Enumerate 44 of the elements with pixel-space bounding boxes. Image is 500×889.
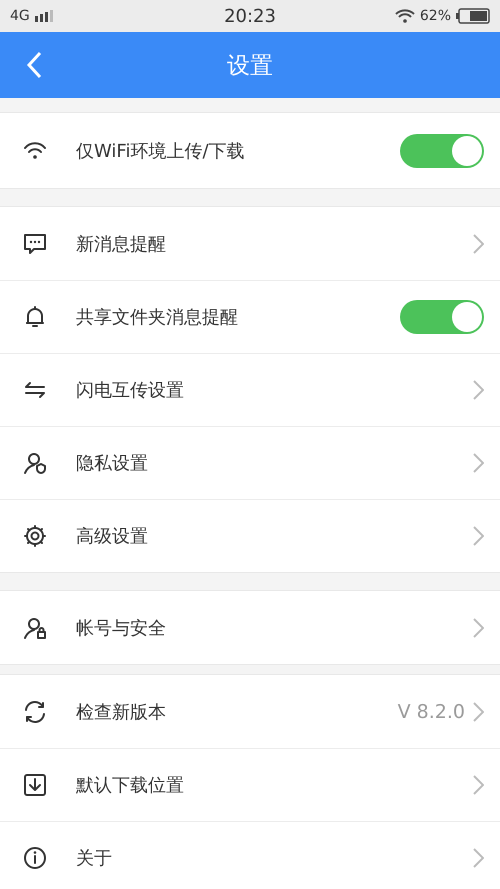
settings-row[interactable]: 帐号与安全 [0, 591, 500, 664]
toggle-switch[interactable] [400, 134, 484, 168]
setting-label: 闪电互传设置 [76, 379, 185, 402]
version-value: V 8.2.0 [398, 700, 465, 722]
setting-label: 仅WiFi环境上传/下载 [76, 140, 246, 162]
wifi-icon [394, 9, 415, 23]
settings-row[interactable]: 默认下载位置 [0, 748, 500, 821]
chevron-right-icon [473, 775, 484, 795]
chevron-right-icon [473, 453, 484, 473]
toggle-switch[interactable] [400, 300, 484, 334]
info-icon [22, 845, 48, 871]
setting-label: 默认下载位置 [76, 774, 185, 797]
setting-label: 帐号与安全 [76, 616, 167, 640]
settings-row[interactable]: 仅WiFi环境上传/下载 [0, 113, 500, 188]
network-label: 4G [10, 8, 30, 24]
settings-row[interactable]: 隐私设置 [0, 426, 500, 499]
chevron-right-icon [473, 702, 484, 722]
setting-label: 关于 [76, 847, 113, 870]
battery-icon [456, 8, 490, 24]
settings-row[interactable]: 新消息提醒 [0, 207, 500, 280]
settings-row[interactable]: 关于 [0, 821, 500, 889]
page-title: 设置 [227, 52, 273, 80]
setting-label: 新消息提醒 [76, 232, 167, 256]
chevron-right-icon [473, 526, 484, 546]
chevron-right-icon [473, 380, 484, 400]
settings-row[interactable]: 高级设置 [0, 499, 500, 572]
setting-label: 隐私设置 [76, 452, 149, 475]
setting-label: 共享文件夹消息提醒 [76, 306, 239, 329]
settings-row[interactable]: 闪电互传设置 [0, 353, 500, 426]
setting-label: 检查新版本 [76, 700, 167, 724]
battery-percent: 62% [420, 8, 451, 24]
signal-icon [34, 10, 53, 22]
chevron-right-icon [473, 848, 484, 868]
back-icon [26, 51, 42, 79]
refresh-icon [22, 698, 48, 724]
settings-row[interactable]: 检查新版本 V 8.2.0 [0, 675, 500, 748]
setting-label: 高级设置 [76, 525, 149, 548]
gear-icon [22, 523, 48, 549]
chevron-right-icon [473, 618, 484, 638]
person-shield-icon [22, 450, 48, 476]
download-icon [22, 772, 48, 798]
chevron-right-icon [473, 234, 484, 254]
clock-time: 20:23 [224, 6, 276, 26]
settings-row[interactable]: 共享文件夹消息提醒 [0, 280, 500, 353]
